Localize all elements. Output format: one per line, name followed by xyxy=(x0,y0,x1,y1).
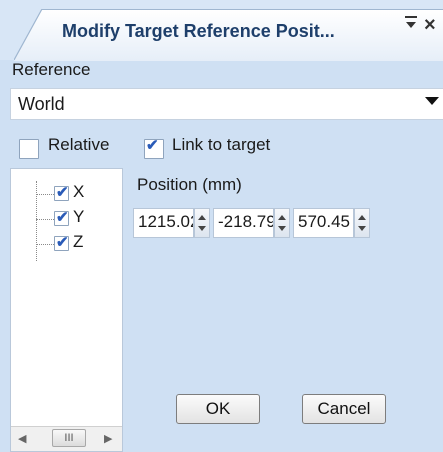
spin-down-icon[interactable] xyxy=(198,226,206,231)
position-y-spinner[interactable] xyxy=(274,208,290,238)
link-to-target-checkbox[interactable] xyxy=(144,136,164,159)
axis-x-checkbox[interactable] xyxy=(54,183,69,201)
tree-connector xyxy=(36,194,54,195)
scroll-left-arrow[interactable]: ◀ xyxy=(18,432,26,445)
spin-down-icon[interactable] xyxy=(358,226,366,231)
reference-dropdown-value: World xyxy=(18,94,65,114)
axis-z-label: Z xyxy=(73,232,84,251)
axis-y-checkbox[interactable] xyxy=(54,208,69,226)
ok-button[interactable]: OK xyxy=(176,394,260,424)
pin-icon[interactable] xyxy=(402,14,420,34)
tree-connector xyxy=(36,244,54,245)
tree-connector xyxy=(36,181,37,261)
cancel-button[interactable]: Cancel xyxy=(302,394,386,424)
axis-y-label: Y xyxy=(73,207,85,226)
scroll-thumb[interactable]: III xyxy=(52,429,86,447)
position-x-input[interactable]: 1215.02 xyxy=(133,208,194,238)
position-y-input[interactable]: -218.79 xyxy=(213,208,274,238)
window-title: Modify Target Reference Posit... xyxy=(62,21,335,41)
tree-connector xyxy=(36,219,54,220)
position-z-input[interactable]: 570.45 xyxy=(293,208,354,238)
spin-up-icon[interactable] xyxy=(358,215,366,220)
relative-checkbox[interactable] xyxy=(19,139,39,159)
position-x-spinner[interactable] xyxy=(194,208,210,238)
position-label: Position (mm) xyxy=(137,175,242,194)
axis-z-checkbox[interactable] xyxy=(54,233,69,251)
relative-label: Relative xyxy=(48,135,110,154)
dropdown-arrow-icon[interactable] xyxy=(425,97,439,105)
scroll-right-arrow[interactable]: ▶ xyxy=(104,432,112,445)
tab-edge xyxy=(14,9,43,60)
reference-label: Reference xyxy=(12,60,91,79)
axis-x-label: X xyxy=(73,182,85,201)
spin-up-icon[interactable] xyxy=(278,215,286,220)
position-z-spinner[interactable] xyxy=(354,208,370,238)
link-to-target-label: Link to target xyxy=(172,135,271,154)
spin-up-icon[interactable] xyxy=(198,215,206,220)
close-icon[interactable]: × xyxy=(424,14,436,37)
spin-down-icon[interactable] xyxy=(278,226,286,231)
reference-dropdown[interactable] xyxy=(10,88,443,120)
